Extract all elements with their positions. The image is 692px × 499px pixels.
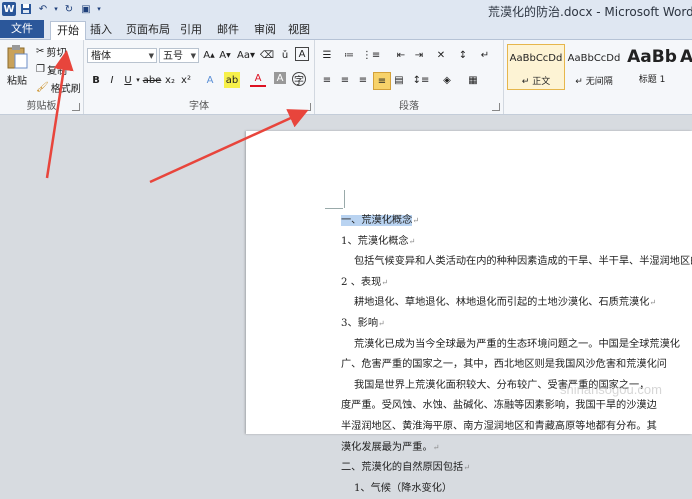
arrow-to-cut: [45, 50, 74, 179]
annotation-arrows: [45, 50, 309, 184]
doc-line: 漠化发展最为严重。↵: [341, 441, 440, 453]
doc-line: 1、气候（降水变化）: [341, 482, 453, 494]
arrow-to-font-launcher: [149, 109, 309, 184]
doc-line: 二、荒漠化的自然原因包括↵: [341, 462, 470, 474]
